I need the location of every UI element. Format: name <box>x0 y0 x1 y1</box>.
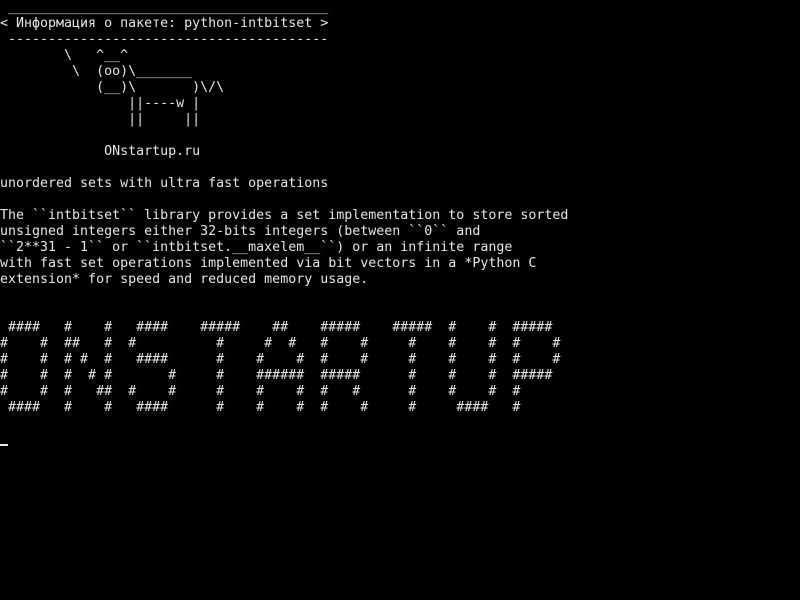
banner-line: # # # ## # # # # # # # # # # # <box>0 384 521 399</box>
description-line: ``2**31 - 1`` or ``intbitset.__maxelem__… <box>0 240 513 255</box>
banner-line: # # # # # # # ###### ##### # # # ##### <box>0 368 553 383</box>
cow-ascii-line: ||----w | <box>0 96 201 111</box>
description-line: extension* for speed and reduced memory … <box>0 272 369 287</box>
terminal-screen[interactable]: ________________________________________… <box>0 0 800 600</box>
cowsay-message: < Информация о пакете: python-intbitset … <box>0 16 329 31</box>
description-line: The ``intbitset`` library provides a set… <box>0 208 569 223</box>
cowsay-border-top: ________________________________________ <box>0 0 329 15</box>
site-label: ONstartup.ru <box>0 144 201 159</box>
text-cursor <box>0 444 8 446</box>
package-summary: unordered sets with ultra fast operation… <box>0 176 329 191</box>
cow-ascii-line: \ (oo)\_______ <box>0 64 193 79</box>
description-line: unsigned integers either 32-bits integer… <box>0 224 481 239</box>
description-line: with fast set operations implemented via… <box>0 256 537 271</box>
cow-ascii-line: || || <box>0 112 201 127</box>
banner-line: # # ## # # # # # # # # # # # # <box>0 336 561 351</box>
cow-ascii-line: (__)\ )\/\ <box>0 80 225 95</box>
cowsay-border-bottom: ---------------------------------------- <box>0 32 329 47</box>
banner-line: # # # # # #### # # # # # # # # # # <box>0 352 561 367</box>
cow-ascii-line: \ ^__^ <box>0 48 129 63</box>
banner-line: #### # # #### ##### ## ##### ##### # # #… <box>0 320 553 335</box>
banner-line: #### # # #### # # # # # # #### # <box>0 400 521 415</box>
